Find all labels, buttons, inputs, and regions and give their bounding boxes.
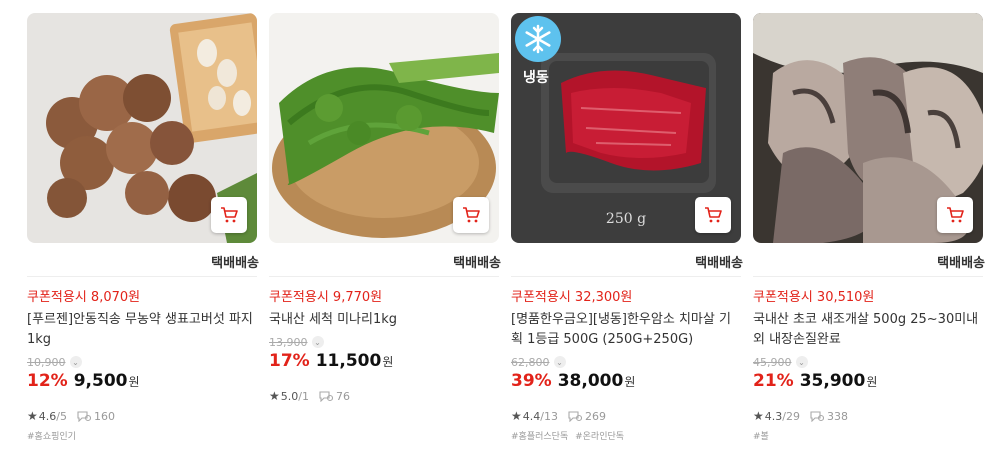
rating-score: 4.6 [38, 409, 57, 423]
review-count: 269 [584, 409, 606, 423]
product-tag[interactable]: #홈플러스단독 [511, 432, 568, 442]
rating-score: 4.4 [522, 409, 541, 423]
discount-rate: 17% [269, 351, 310, 371]
frozen-label: 냉동 [523, 70, 549, 86]
coupon-price: 쿠폰적용시 32,300원 [511, 290, 633, 305]
rating-count: /29 [782, 409, 800, 423]
shipping-label: 택배배송 [453, 256, 501, 271]
shipping-label: 택배배송 [211, 256, 259, 271]
sale-price: 9,500 [73, 371, 128, 391]
cart-icon [947, 207, 964, 223]
star-icon: ★ [511, 409, 522, 423]
rating-score: 4.3 [764, 409, 783, 423]
currency-unit: 원 [382, 355, 394, 369]
product-name[interactable]: [푸르젠]안동직송 무농약 생표고버섯 파지 1kg [27, 310, 257, 350]
product-card[interactable]: 250 g 냉동 택배배송 쿠폰적용시 32,300원 [명품한우금오][냉동]… [511, 13, 743, 443]
discount-rate: 21% [753, 371, 794, 391]
product-name[interactable]: 국내산 초코 새조개살 500g 25~30미내외 내장손질완료 [753, 310, 983, 350]
original-price: 62,800 [511, 355, 550, 369]
add-to-cart-button[interactable] [937, 197, 973, 233]
review-count: 76 [335, 389, 350, 403]
add-to-cart-button[interactable] [211, 197, 247, 233]
chevron-down-icon[interactable]: ⌄ [795, 356, 808, 368]
original-price: 45,900 [753, 355, 792, 369]
product-image[interactable]: 250 g 냉동 [511, 13, 741, 243]
sale-price: 11,500 [315, 351, 382, 371]
product-name[interactable]: 국내산 세척 미나리1kg [269, 310, 499, 330]
cart-icon [221, 207, 238, 223]
cart-icon [705, 207, 722, 223]
sale-price: 35,900 [799, 371, 866, 391]
star-icon: ★ [753, 409, 764, 423]
product-card[interactable]: 택배배송 쿠폰적용시 8,070원 [푸르젠]안동직송 무농약 생표고버섯 파지… [27, 13, 259, 443]
frozen-badge [515, 16, 561, 62]
discount-rate: 12% [27, 371, 68, 391]
product-card[interactable]: 택배배송 쿠폰적용시 9,770원 국내산 세척 미나리1kg 13,900 ⌄… [269, 13, 501, 404]
star-icon: ★ [27, 409, 38, 423]
product-tag[interactable]: #온라인단독 [575, 432, 624, 442]
discount-rate: 39% [511, 371, 552, 391]
product-grid: 택배배송 쿠폰적용시 8,070원 [푸르젠]안동직송 무농약 생표고버섯 파지… [0, 0, 1003, 467]
review-count: 160 [93, 409, 115, 423]
coupon-price: 쿠폰적용시 9,770원 [269, 290, 383, 305]
currency-unit: 원 [624, 375, 636, 389]
product-name[interactable]: [명품한우금오][냉동]한우암소 치마살 기획 1등급 500G (250G+2… [511, 310, 741, 350]
currency-unit: 원 [128, 375, 140, 389]
review-icon [77, 410, 91, 422]
add-to-cart-button[interactable] [453, 197, 489, 233]
coupon-price: 쿠폰적용시 8,070원 [27, 290, 141, 305]
chevron-down-icon[interactable]: ⌄ [553, 356, 566, 368]
product-image[interactable] [753, 13, 983, 243]
rating-count: /1 [298, 389, 309, 403]
rating-score: 5.0 [280, 389, 299, 403]
add-to-cart-button[interactable] [695, 197, 731, 233]
rating-count: /5 [56, 409, 67, 423]
star-icon: ★ [269, 389, 280, 403]
product-tag[interactable]: #홈쇼핑인기 [27, 432, 76, 442]
sale-price: 38,000 [557, 371, 624, 391]
product-image[interactable] [27, 13, 257, 243]
original-price: 10,900 [27, 355, 66, 369]
snowflake-icon [525, 24, 551, 54]
product-tag[interactable]: #볼 [753, 432, 769, 442]
review-count: 338 [826, 409, 848, 423]
original-price: 13,900 [269, 335, 308, 349]
product-card[interactable]: 택배배송 쿠폰적용시 30,510원 국내산 초코 새조개살 500g 25~3… [753, 13, 985, 443]
chevron-down-icon[interactable]: ⌄ [311, 336, 324, 348]
product-image[interactable] [269, 13, 499, 243]
shipping-label: 택배배송 [695, 256, 743, 271]
cart-icon [463, 207, 480, 223]
review-icon [568, 410, 582, 422]
shipping-label: 택배배송 [937, 256, 985, 271]
review-icon [810, 410, 824, 422]
rating-count: /13 [540, 409, 558, 423]
chevron-down-icon[interactable]: ⌄ [69, 356, 82, 368]
currency-unit: 원 [866, 375, 878, 389]
coupon-price: 쿠폰적용시 30,510원 [753, 290, 875, 305]
review-icon [319, 390, 333, 402]
weight-label: 250 g [606, 211, 646, 227]
